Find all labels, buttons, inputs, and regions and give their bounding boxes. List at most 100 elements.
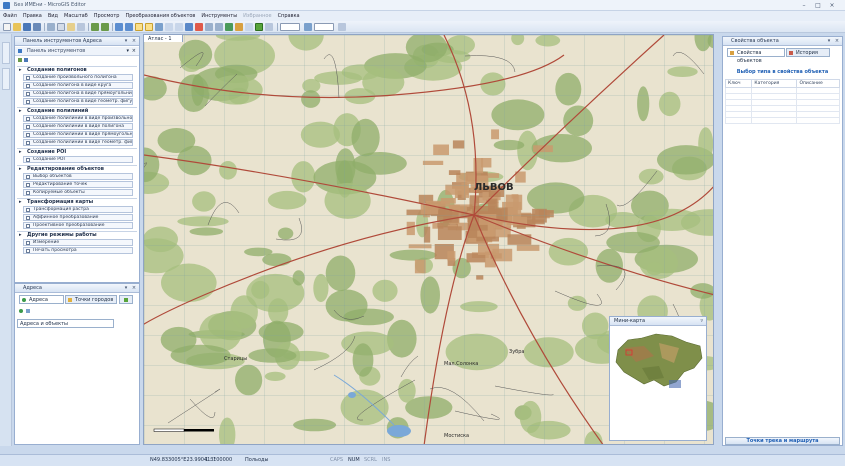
menu-file[interactable]: Файл xyxy=(0,11,20,21)
tool-section-header[interactable]: ▸ Другие режимы работы xyxy=(17,231,137,238)
dock-tab-tools[interactable] xyxy=(2,42,10,64)
grid-icon[interactable] xyxy=(165,23,173,31)
undo-icon[interactable] xyxy=(91,23,99,31)
layers-icon[interactable] xyxy=(155,23,163,31)
lake xyxy=(387,425,411,437)
column-category[interactable]: Категория xyxy=(751,79,798,88)
bookmark-icon[interactable] xyxy=(235,23,243,31)
tab-history-label: История xyxy=(796,50,818,56)
open-folder-icon[interactable] xyxy=(13,23,21,31)
tool-button[interactable]: Создание полигона в виде прямоугольника xyxy=(23,90,133,97)
tool-icon xyxy=(26,158,30,162)
record-icon[interactable] xyxy=(195,23,203,31)
measure-icon[interactable] xyxy=(175,23,183,31)
tool-section-header[interactable]: ▸ Создание полигонов xyxy=(17,66,137,73)
new-file-icon[interactable] xyxy=(3,23,11,31)
zoom-in-icon[interactable] xyxy=(115,23,123,31)
minimap-panel: Мини-карта ▿ xyxy=(609,316,707,441)
tool-button[interactable]: Аффинное преобразование xyxy=(23,214,133,221)
menu-edit[interactable]: Правка xyxy=(20,11,45,21)
menu-help[interactable]: Справка xyxy=(275,11,303,21)
zoom-out-icon[interactable] xyxy=(125,23,133,31)
chevron-down-icon[interactable] xyxy=(338,23,346,31)
map-canvas[interactable]: ЛЬВОВ Мал.Солонка Зубра Старицы Мостиска… xyxy=(143,34,714,445)
refresh-icon[interactable] xyxy=(225,23,233,31)
tool-button[interactable]: Создание полигона в виде геометр. фигуры xyxy=(23,98,133,105)
copy-icon[interactable] xyxy=(57,23,65,31)
menu-favorites[interactable]: Избранное xyxy=(240,11,274,21)
list-view-icon[interactable] xyxy=(18,58,22,62)
pond xyxy=(348,392,356,398)
tool-button[interactable]: Выбор объектов xyxy=(23,173,133,180)
column-description[interactable]: Описание xyxy=(796,79,840,88)
info-icon[interactable] xyxy=(245,23,253,31)
subpanel-pin-icon[interactable]: ▾ xyxy=(126,48,129,54)
tool-section-header[interactable]: ▸ Создание полилиний xyxy=(17,107,137,114)
flag-icon xyxy=(124,298,128,302)
tab-city-points[interactable]: Точки городов xyxy=(65,295,117,304)
save-icon[interactable] xyxy=(23,23,31,31)
tool-button[interactable]: Печать просмотра xyxy=(23,247,133,254)
filter-icon[interactable] xyxy=(26,309,30,313)
map-tab[interactable]: Атлас - 1 xyxy=(143,34,183,42)
tool-button[interactable]: Проективное преобразование xyxy=(23,222,133,229)
address-search-field[interactable]: Адреса и объекты xyxy=(17,319,114,328)
tool-section-header[interactable]: ▸ Создание POI xyxy=(17,148,137,155)
export-icon[interactable] xyxy=(215,23,223,31)
close-icon[interactable]: × xyxy=(131,38,137,44)
tool-button[interactable]: Создание полилинии в виде полигона xyxy=(23,123,133,130)
tree-view-icon[interactable] xyxy=(24,58,28,62)
tool-button[interactable]: Измерение xyxy=(23,239,133,246)
tool-button[interactable]: Создание полилинии в виде прямоугольника xyxy=(23,131,133,138)
tool-button[interactable]: Создание POI xyxy=(23,156,133,163)
track-points-button[interactable]: Точки трека и маршрута xyxy=(725,437,840,445)
properties-pin-icon[interactable]: ▾ xyxy=(826,38,832,44)
tool-section-header[interactable]: ▸ Трансформация карты xyxy=(17,198,137,205)
menu-transform[interactable]: Преобразования объектов xyxy=(122,11,198,21)
tool-icon xyxy=(26,92,30,96)
tab-addresses[interactable]: Адреса xyxy=(19,295,64,304)
close-button[interactable]: × xyxy=(828,2,836,9)
column-key[interactable]: Ключ xyxy=(724,79,753,88)
address-close-icon[interactable]: × xyxy=(131,285,137,291)
style-dropdown[interactable] xyxy=(280,23,300,31)
select-arrow-icon[interactable] xyxy=(145,23,153,31)
properties-close-icon[interactable]: × xyxy=(834,38,840,44)
print-icon[interactable] xyxy=(205,23,213,31)
maximize-button[interactable]: □ xyxy=(814,2,822,9)
tab-more[interactable] xyxy=(119,295,133,304)
tool-button[interactable]: Создание произвольного полигона xyxy=(23,74,133,81)
tool-button[interactable]: Трансформация растра xyxy=(23,206,133,213)
tab-object-properties[interactable]: Свойства объектов xyxy=(727,48,785,64)
tool-section-header[interactable]: ▸ Редактирование объектов xyxy=(17,165,137,172)
tool-button[interactable]: Копируемые объекты xyxy=(23,189,133,196)
menu-preview[interactable]: Просмотр xyxy=(91,11,123,21)
paste-icon[interactable] xyxy=(67,23,75,31)
green-flag-icon[interactable] xyxy=(255,23,263,31)
settings-icon[interactable] xyxy=(265,23,273,31)
tab-history[interactable]: История xyxy=(786,48,830,57)
tool-button[interactable]: Редактирование точек xyxy=(23,181,133,188)
dock-tab-layers[interactable] xyxy=(2,68,10,90)
layer-dropdown[interactable] xyxy=(314,23,334,31)
tool-button[interactable]: Создание полигона в виде круга xyxy=(23,82,133,89)
tool-button[interactable]: Создание полилинии в виде геометр. фигур… xyxy=(23,139,133,146)
cut-icon[interactable] xyxy=(47,23,55,31)
minimap-ukraine[interactable] xyxy=(614,328,704,393)
address-pin-icon[interactable]: ▾ xyxy=(123,285,129,291)
pin-icon[interactable]: ▾ xyxy=(123,38,129,44)
menu-scale[interactable]: Масштаб xyxy=(61,11,91,21)
menu-tools[interactable]: Инструменты xyxy=(198,11,240,21)
save-as-icon[interactable] xyxy=(33,23,41,31)
tool-button[interactable]: Создание полилинии в виде произвольной л… xyxy=(23,115,133,122)
pan-hand-icon[interactable] xyxy=(135,23,143,31)
menu-view[interactable]: Вид xyxy=(45,11,61,21)
redo-icon[interactable] xyxy=(101,23,109,31)
pin-icon[interactable]: ▿ xyxy=(700,317,703,326)
subpanel-close-icon[interactable]: × xyxy=(132,48,136,54)
delete-icon[interactable] xyxy=(77,23,85,31)
gps-icon[interactable] xyxy=(185,23,193,31)
minimize-button[interactable]: – xyxy=(800,2,808,9)
refresh-addr-icon[interactable] xyxy=(19,309,23,313)
brush-icon[interactable] xyxy=(304,23,312,31)
